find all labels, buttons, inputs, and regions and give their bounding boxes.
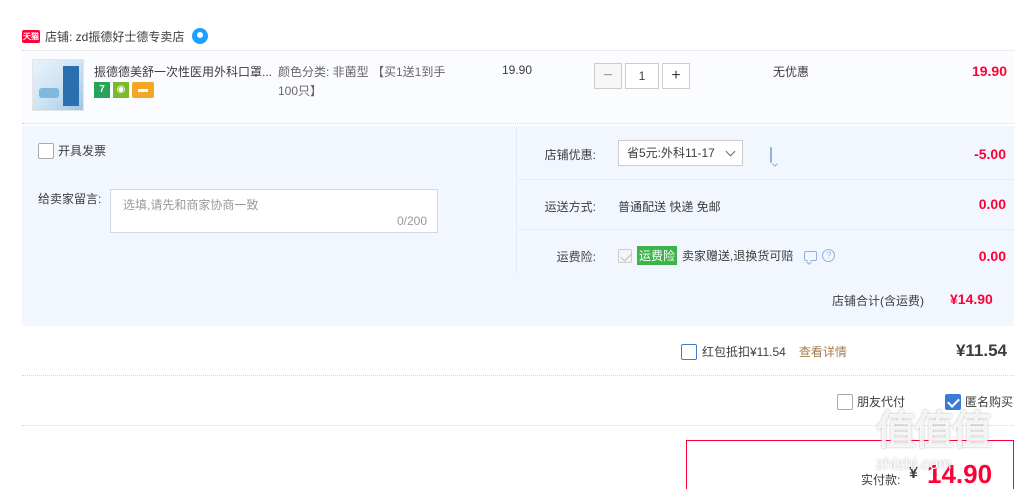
item-total: 19.90 [971,63,1007,79]
promo-chat-icon[interactable] [770,147,772,163]
shield-icon[interactable]: ◉ [113,82,129,98]
promo-amount: -5.00 [974,146,1006,162]
seller-memo-textarea[interactable]: 选填,请先和商家协商一致 0/200 [110,189,438,233]
tmall-badge: 天猫 [22,29,40,43]
options-left: 开具发票 给卖家留言: 选填,请先和商家协商一致 0/200 [22,126,517,274]
product-title-link[interactable]: 振德德美舒一次性医用外科口罩... [94,63,274,80]
red-packet-row: 红包抵扣¥11.54 查看详情 ¥11.54 [22,327,1014,376]
watermark-site: zhizhi.com [876,456,952,473]
shop-promo-row: 店铺优惠: 省5元:外科11-17 -5.00 [518,126,1014,180]
item-discount: 无优惠 [773,65,810,79]
promo-select-value: 省5元:外科11-17 [627,146,715,160]
card-icon[interactable]: ▬ [132,82,154,98]
service-icons: 7 ◉ ▬ [94,82,154,98]
quantity-stepper: − 1 + [594,63,690,89]
insurance-text: 卖家赠送,退换货可赔 [682,249,794,263]
insurance-option: 运费险 卖家赠送,退换货可赔 ? [618,246,836,265]
sku-info: 颜色分类: 非菌型 【买1送1到手 100只】 [278,63,478,101]
unit-price: 19.90 [502,63,533,77]
promo-select[interactable]: 省5元:外科11-17 [618,140,743,166]
red-packet-checkbox[interactable] [681,343,697,360]
pay-options-row: 朋友代付 匿名购买 [22,377,1014,426]
invoice-option[interactable]: 开具发票 [38,142,106,159]
insurance-label: 运费险: [556,250,596,264]
shipping-value: 普通配送 快递 免邮 [618,200,721,214]
invoice-checkbox[interactable] [38,142,54,159]
qty-minus-button[interactable]: − [594,63,622,89]
insurance-checkbox [618,248,632,263]
shop-total-amount: ¥14.90 [950,291,993,307]
friend-pay-checkbox[interactable] [837,393,853,410]
shipping-amount: 0.00 [978,196,1006,212]
qty-plus-button[interactable]: + [662,63,690,89]
memo-label: 给卖家留言: [38,192,102,206]
product-thumbnail[interactable] [32,59,84,111]
shop-header: 天猫 店铺: zd振德好士德专卖店 [22,26,209,46]
shop-total-row: 店铺合计(含运费) ¥14.90 [22,274,1014,326]
red-packet-label: 红包抵扣¥11.54 [702,345,786,359]
sku-line-1: 颜色分类: 非菌型 【买1送1到手 [278,65,446,79]
help-question-icon[interactable]: ? [822,249,836,262]
insurance-amount: 0.00 [978,248,1006,264]
shop-total-label: 店铺合计(含运费) [832,294,924,308]
wangwang-chat-icon[interactable] [192,28,209,44]
shipping-row: 运送方式: 普通配送 快递 免邮 0.00 [518,180,1014,230]
red-packet-details-link[interactable]: 查看详情 [799,343,847,360]
invoice-label: 开具发票 [58,144,107,158]
chevron-down-icon [725,146,736,156]
insurance-chat-icon[interactable] [804,250,818,261]
shop-name-link[interactable]: 店铺: zd振德好士德专卖店 [45,28,184,45]
shipping-label: 运送方式: [544,200,596,214]
order-options-panel: 开具发票 给卖家留言: 选填,请先和商家协商一致 0/200 店铺优惠: 省5元… [22,126,1014,326]
qty-input[interactable]: 1 [625,63,659,89]
order-item-row: 振德德美舒一次性医用外科口罩... 7 ◉ ▬ 颜色分类: 非菌型 【买1送1到… [22,50,1014,124]
red-packet-amount: ¥11.54 [955,341,1007,360]
insurance-row: 运费险: 运费险 卖家赠送,退换货可赔 ? 0.00 [518,230,1014,274]
seven-day-return-icon[interactable]: 7 [94,82,110,98]
red-packet-option[interactable]: 红包抵扣¥11.54 查看详情 [681,343,847,360]
insurance-tag: 运费险 [637,246,678,265]
promo-label: 店铺优惠: [544,148,596,162]
memo-placeholder: 选填,请先和商家协商一致 [123,198,259,212]
watermark-logo: 值值值 [876,409,992,453]
sku-line-2: 100只】 [278,84,323,98]
memo-char-count: 0/200 [396,214,427,228]
